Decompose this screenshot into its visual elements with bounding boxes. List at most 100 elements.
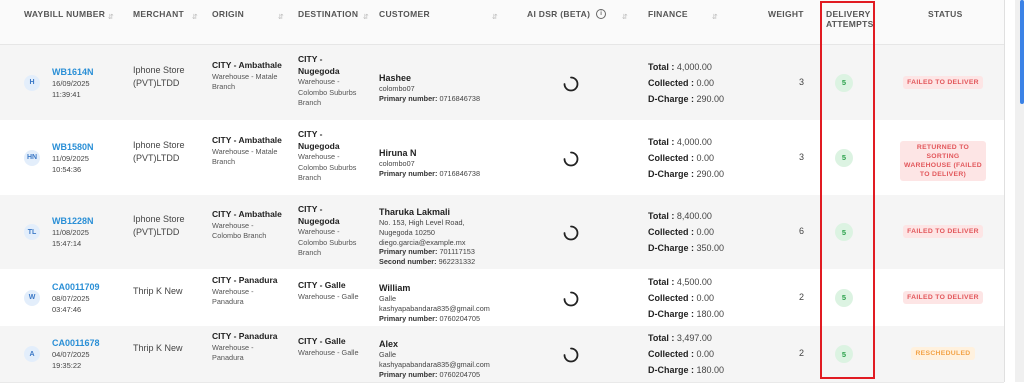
scrollbar-thumb[interactable]	[1020, 0, 1024, 104]
sort-icon[interactable]: ⇵	[278, 13, 284, 21]
customer-name: Tharuka Lakmali	[379, 207, 451, 217]
destination-warehouse: Warehouse - Colombo Suburbs Branch	[298, 77, 357, 107]
destination-city: CITY - Galle	[298, 336, 346, 346]
customer-address-2: Nugegoda 10250	[379, 227, 435, 237]
waybill-link[interactable]: CA0011678	[52, 338, 100, 349]
dcharge-label: D-Charge :	[648, 243, 695, 253]
merchant-name: Thrip K New	[133, 343, 183, 353]
waybill-link[interactable]: WB1228N	[52, 216, 94, 227]
waybill-date: 11/09/2025	[52, 153, 89, 163]
customer-address: colombo07	[379, 84, 415, 93]
header-weight-label: WEIGHT	[768, 9, 804, 19]
finance-cell: Total : 4,000.00 Collected : 0.00 D-Char…	[648, 59, 724, 107]
origin-cell: CITY - Panadura Warehouse - Panadura	[212, 331, 282, 364]
table-row[interactable]: TL WB1228N 11/08/2025 15:47:14 Iphone St…	[0, 195, 1004, 270]
waybill-link[interactable]: CA0011709	[52, 282, 100, 293]
sort-icon[interactable]: ⇵	[192, 13, 198, 21]
second-label: Second number:	[379, 257, 437, 267]
primary-label: Primary number:	[379, 247, 438, 257]
destination-city: CITY - Nugegoda	[298, 204, 340, 226]
origin-warehouse: Warehouse - Matale Branch	[212, 146, 278, 167]
total-label: Total :	[648, 276, 675, 287]
header-destination[interactable]: DESTINATION	[298, 9, 358, 19]
header-customer-label: CUSTOMER	[379, 9, 430, 19]
origin-cell: CITY - Ambathale Warehouse - Matale Bran…	[212, 60, 282, 93]
customer-cell: Hiruna N colombo07 Primary number: 07168…	[379, 147, 509, 179]
loading-spinner-icon	[563, 347, 579, 363]
table-row[interactable]: W CA0011709 08/07/2025 03:47:46 Thrip K …	[0, 269, 1004, 327]
second-number: 962231332	[438, 257, 476, 267]
waybill-time: 15:47:14	[52, 239, 82, 248]
dcharge-value: 290.00	[696, 168, 725, 179]
delivery-attempts-badge: 5	[835, 345, 853, 363]
destination-cell: CITY - Galle Warehouse - Galle	[298, 336, 360, 358]
destination-warehouse: Warehouse - Colombo Suburbs Branch	[298, 227, 357, 257]
primary-number: 0760204705	[439, 369, 481, 379]
customer-primary: Primary number: 0716846738	[379, 94, 509, 104]
finance-dcharge: D-Charge : 180.00	[648, 362, 724, 378]
finance-collected: Collected : 0.00	[648, 75, 724, 91]
header-merchant-label: MERCHANT	[133, 9, 185, 19]
destination-warehouse: Warehouse - Galle	[298, 347, 359, 357]
origin-cell: CITY - Ambathale Warehouse - Colombo Bra…	[212, 209, 282, 242]
finance-total: Total : 4,000.00	[648, 134, 724, 150]
waybill-link[interactable]: WB1580N	[52, 142, 94, 153]
sort-icon[interactable]: ⇵	[108, 13, 114, 21]
customer-email: kashyapabandara835@gmail.com	[379, 303, 490, 313]
table-row[interactable]: HN WB1580N 11/09/2025 10:54:36 Iphone St…	[0, 120, 1004, 196]
destination-city: CITY - Nugegoda	[298, 54, 340, 76]
customer-secondary: Second number: 962231332	[379, 257, 509, 267]
status-badge: FAILED TO DELIVER	[903, 225, 983, 238]
total-value: 4,000.00	[676, 136, 712, 147]
header-weight[interactable]: WEIGHT	[768, 9, 804, 19]
customer-cell: William Galle kashyapabandara835@gmail.c…	[379, 282, 509, 323]
table-row[interactable]: A CA0011678 04/07/2025 19:35:22 Thrip K …	[0, 326, 1004, 383]
header-origin[interactable]: ORIGIN	[212, 9, 244, 19]
sort-icon[interactable]: ⇵	[492, 13, 498, 21]
waybill-cell: WB1580N 11/09/2025 10:54:36	[52, 142, 94, 175]
header-delivery-attempts[interactable]: DELIVERY ATTEMPTS	[826, 9, 873, 29]
origin-city: CITY - Ambathale	[212, 209, 282, 219]
total-label: Total :	[648, 333, 675, 343]
finance-collected: Collected : 0.00	[648, 346, 724, 362]
customer-email: kashyapabandara835@gmail.com	[379, 359, 490, 369]
status-cell: RESCHEDULED	[900, 347, 986, 360]
sort-icon[interactable]: ⇵	[363, 13, 369, 21]
dcharge-value: 180.00	[696, 365, 725, 375]
waybill-link[interactable]: WB1614N	[52, 67, 94, 78]
info-icon[interactable]: i	[596, 9, 607, 19]
weight-value: 3	[798, 151, 804, 162]
status-cell: FAILED TO DELIVER	[900, 75, 986, 89]
waybill-cell: WB1228N 11/08/2025 15:47:14	[52, 216, 94, 249]
dcharge-label: D-Charge :	[648, 93, 695, 104]
avatar: HN	[24, 149, 40, 166]
status-cell: FAILED TO DELIVER	[900, 290, 986, 304]
header-finance[interactable]: FINANCE	[648, 9, 688, 19]
customer-address: No. 153, High Level Road,	[379, 218, 465, 227]
total-value: 4,000.00	[676, 61, 712, 72]
destination-city: CITY - Nugegoda	[298, 129, 340, 151]
destination-city: CITY - Galle	[298, 280, 346, 290]
table-row[interactable]: H WB1614N 16/09/2025 11:39:41 Iphone Sto…	[0, 45, 1004, 121]
header-customer[interactable]: CUSTOMER	[379, 9, 430, 19]
status-badge: RETURNED TO SORTING WAREHOUSE (FAILED TO…	[900, 140, 986, 181]
header-waybill[interactable]: WAYBILL NUMBER	[24, 9, 105, 19]
customer-name: Alex	[379, 339, 399, 349]
header-status[interactable]: STATUS	[928, 9, 963, 19]
header-merchant[interactable]: MERCHANT	[133, 9, 184, 19]
waybill-time: 19:35:22	[52, 361, 82, 370]
collected-label: Collected :	[648, 227, 695, 237]
finance-total: Total : 8,400.00	[648, 208, 724, 224]
primary-label: Primary number:	[379, 93, 438, 103]
waybill-date: 08/07/2025	[52, 293, 90, 303]
status-cell: FAILED TO DELIVER	[900, 225, 986, 238]
total-value: 8,400.00	[676, 211, 712, 221]
weight-value: 2	[798, 348, 804, 358]
waybill-date: 11/08/2025	[52, 228, 89, 237]
avatar: TL	[24, 224, 40, 240]
sort-icon[interactable]: ⇵	[622, 13, 628, 21]
primary-label: Primary number:	[379, 369, 438, 379]
sort-icon[interactable]: ⇵	[712, 13, 718, 21]
avatar: A	[24, 346, 40, 362]
dcharge-value: 350.00	[696, 243, 725, 253]
